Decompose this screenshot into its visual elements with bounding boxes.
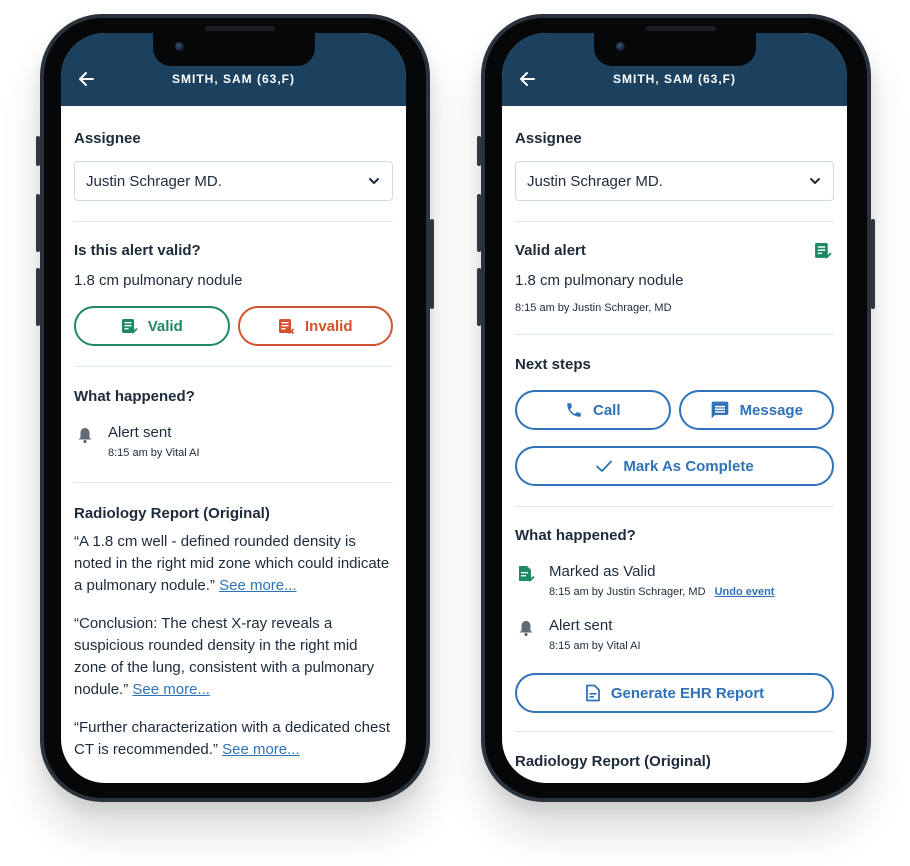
radiology-title: Radiology Report (Original): [74, 505, 270, 522]
volume-down-button: [36, 268, 40, 326]
event-meta: 8:15 am by Vital AI: [108, 447, 200, 459]
see-more-link[interactable]: See more...: [222, 741, 300, 758]
document-check-icon: [519, 566, 535, 582]
generate-ehr-report-button[interactable]: Generate EHR Report: [515, 673, 834, 713]
assignee-dropdown[interactable]: Justin Schrager MD.: [74, 161, 393, 201]
front-camera: [175, 42, 184, 51]
phone-frame-right: SMITH, SAM (63,F) Assignee Justin Schrag…: [477, 14, 875, 802]
message-icon: [711, 401, 728, 419]
report-paragraph: “A 1.8 cm well - defined rounded density…: [74, 531, 393, 597]
event-title: Marked as Valid: [549, 563, 656, 580]
divider: [74, 482, 393, 483]
radiology-title: Radiology Report (Original): [515, 753, 711, 770]
chevron-down-icon: [810, 178, 820, 184]
validation-meta: 8:15 am by Justin Schrager, MD: [515, 302, 672, 314]
invalid-button-label: Invalid: [304, 317, 353, 335]
mute-switch: [36, 136, 40, 166]
document-check-icon: [121, 318, 138, 334]
call-button[interactable]: Call: [515, 390, 671, 430]
divider: [74, 366, 393, 367]
bell-icon: [78, 428, 92, 444]
generate-ehr-label: Generate EHR Report: [610, 684, 765, 702]
report-text: “Conclusion: The chest X-ray reveals a s…: [74, 615, 375, 698]
report-paragraph: “Conclusion: The chest X-ray reveals a s…: [74, 613, 393, 701]
next-steps-title: Next steps: [515, 356, 591, 373]
document-check-icon: [815, 243, 832, 259]
see-more-link[interactable]: See more...: [132, 681, 210, 698]
volume-up-button: [36, 194, 40, 252]
finding-text: 1.8 cm pulmonary nodule: [74, 272, 243, 289]
notch: [153, 33, 315, 66]
valid-button-label: Valid: [147, 317, 183, 335]
validation-question: Is this alert valid?: [74, 242, 201, 259]
speaker-grille: [205, 26, 275, 31]
chevron-down-icon: [369, 178, 379, 184]
divider: [515, 221, 834, 222]
power-button: [430, 219, 434, 309]
assignee-value: Justin Schrager MD.: [527, 172, 663, 190]
event-title: Alert sent: [549, 617, 613, 634]
what-happened-title: What happened?: [74, 388, 195, 405]
mark-complete-button[interactable]: Mark As Complete: [515, 446, 834, 486]
invalid-button[interactable]: Invalid: [237, 306, 393, 346]
volume-up-button: [477, 194, 481, 252]
divider: [515, 334, 834, 335]
divider: [74, 221, 393, 222]
mute-switch: [477, 136, 481, 166]
event-meta-text: 8:15 am by Justin Schrager, MD: [549, 586, 706, 598]
power-button: [871, 219, 875, 309]
app-screen-right: SMITH, SAM (63,F) Assignee Justin Schrag…: [502, 33, 847, 783]
finding-text: 1.8 cm pulmonary nodule: [515, 272, 684, 289]
volume-down-button: [477, 268, 481, 326]
undo-event-link[interactable]: Undo event: [715, 586, 775, 598]
checkmark-icon: [596, 460, 613, 472]
mark-complete-label: Mark As Complete: [623, 457, 754, 475]
message-button-label: Message: [739, 401, 803, 419]
patient-title: SMITH, SAM (63,F): [612, 72, 736, 86]
assignee-dropdown[interactable]: Justin Schrager MD.: [515, 161, 834, 201]
event-item: Alert sent 8:15 am by Vital AI: [515, 617, 834, 652]
front-camera: [616, 42, 625, 51]
valid-button[interactable]: Valid: [74, 306, 230, 346]
report-paragraph: “Further characterization with a dedicat…: [74, 717, 393, 761]
assignee-label: Assignee: [74, 130, 141, 147]
speaker-grille: [646, 26, 716, 31]
phone-frame-left: SMITH, SAM (63,F) Assignee Justin Schrag…: [36, 14, 434, 802]
event-item: Alert sent 8:15 am by Vital AI: [74, 424, 393, 459]
event-meta: 8:15 am by Vital AI: [549, 640, 641, 652]
document-icon: [585, 684, 600, 702]
what-happened-title: What happened?: [515, 527, 636, 544]
phone-icon: [567, 403, 581, 417]
event-meta: 8:15 am by Justin Schrager, MD Undo even…: [549, 586, 834, 598]
call-button-label: Call: [592, 401, 621, 419]
document-x-icon: [278, 318, 295, 334]
message-button[interactable]: Message: [678, 390, 834, 430]
notch: [594, 33, 756, 66]
assignee-value: Justin Schrager MD.: [86, 172, 222, 190]
event-item: Marked as Valid 8:15 am by Justin Schrag…: [515, 563, 834, 598]
bell-icon: [519, 621, 533, 637]
divider: [515, 506, 834, 507]
patient-title: SMITH, SAM (63,F): [171, 72, 295, 86]
divider: [515, 731, 834, 732]
event-title: Alert sent: [108, 424, 172, 441]
assignee-label: Assignee: [515, 130, 582, 147]
see-more-link[interactable]: See more...: [219, 577, 297, 594]
valid-alert-title: Valid alert: [515, 242, 586, 259]
app-screen-left: SMITH, SAM (63,F) Assignee Justin Schrag…: [61, 33, 406, 783]
